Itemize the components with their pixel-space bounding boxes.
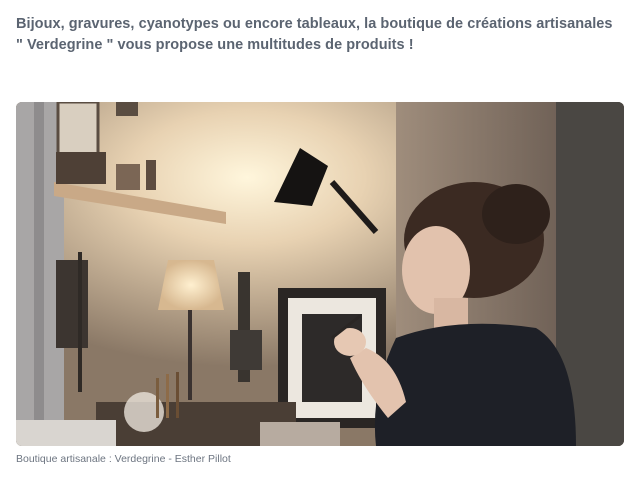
artisan-photo	[16, 102, 624, 446]
article-lead-paragraph: Bijoux, gravures, cyanotypes ou encore t…	[16, 14, 622, 56]
lead-line-2: " Verdegrine " vous propose une multitud…	[16, 37, 414, 53]
artisan-photo-illustration	[16, 102, 624, 446]
photo-caption: Boutique artisanale : Verdegrine - Esthe…	[16, 453, 231, 465]
lead-line-1: Bijoux, gravures, cyanotypes ou encore t…	[16, 16, 613, 32]
article-page: Bijoux, gravures, cyanotypes ou encore t…	[0, 0, 638, 501]
